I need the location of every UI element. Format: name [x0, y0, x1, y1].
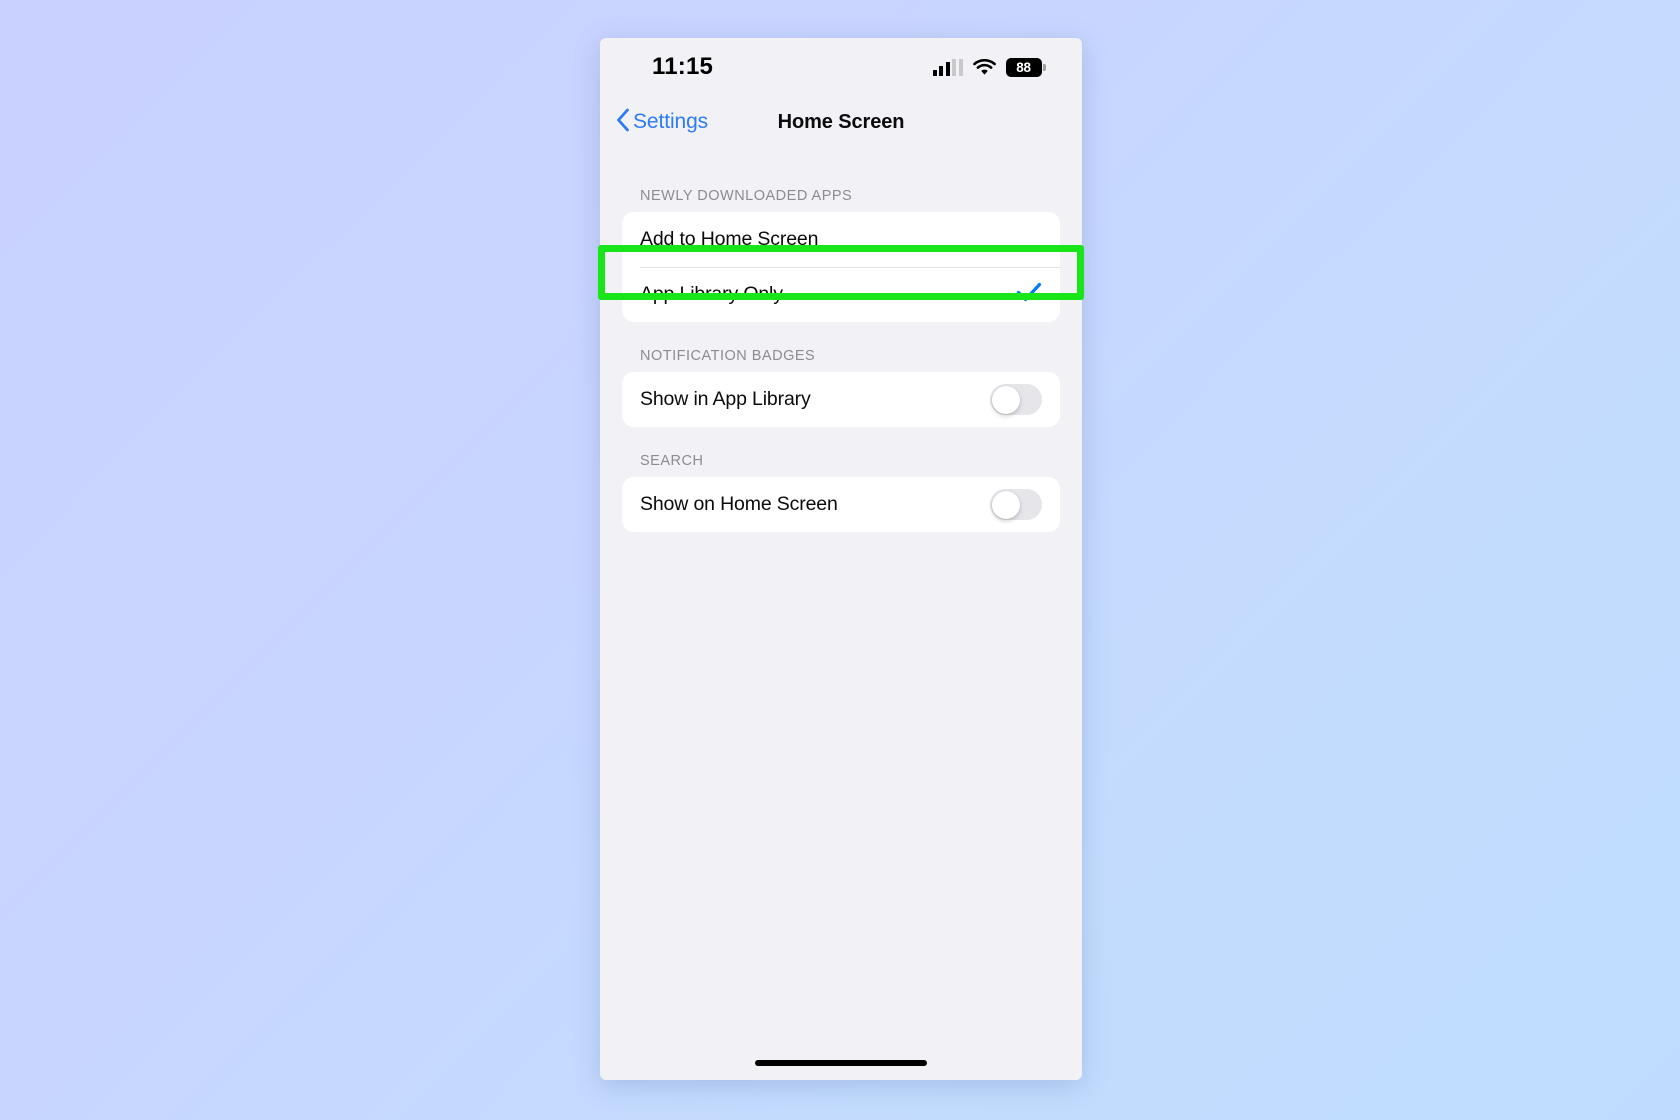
row-label: Show on Home Screen: [640, 493, 838, 515]
section-header-newly-downloaded-apps: NEWLY DOWNLOADED APPS: [640, 188, 853, 204]
toggle-show-on-home-screen[interactable]: [990, 489, 1042, 520]
settings-group: Show on Home Screen: [622, 477, 1060, 532]
settings-group: Add to Home Screen App Library Only: [622, 212, 1060, 322]
battery-cap: [1043, 63, 1046, 71]
checkmark-icon: [1016, 281, 1042, 308]
row-label: Show in App Library: [640, 388, 811, 410]
section-search: SEARCH Show on Home Screen: [622, 453, 1060, 532]
home-indicator: [755, 1060, 927, 1066]
row-label: Add to Home Screen: [640, 228, 819, 250]
battery-icon: 88: [1005, 57, 1046, 77]
toggle-show-in-app-library[interactable]: [990, 384, 1042, 415]
row-show-in-app-library[interactable]: Show in App Library: [622, 372, 1060, 427]
status-bar: 11:15 88: [600, 38, 1082, 96]
row-label: App Library Only: [640, 283, 783, 305]
section-notification-badges: NOTIFICATION BADGES Show in App Library: [622, 348, 1060, 427]
status-icon-group: 88: [932, 57, 1046, 77]
back-button[interactable]: Settings: [616, 108, 708, 137]
toggle-knob: [991, 385, 1020, 414]
navigation-bar: Settings Home Screen: [600, 96, 1082, 148]
status-time: 11:15: [652, 53, 714, 80]
chevron-left-icon: [616, 108, 630, 137]
settings-group: Show in App Library: [622, 372, 1060, 427]
screenshot-canvas: 11:15 88 Settings Home Screen NEWLY DOWN…: [0, 0, 1680, 1120]
settings-content: NEWLY DOWNLOADED APPS Add to Home Screen…: [600, 188, 1082, 532]
section-header-search: SEARCH: [640, 453, 704, 469]
row-show-on-home-screen[interactable]: Show on Home Screen: [622, 477, 1060, 532]
row-add-to-home-screen[interactable]: Add to Home Screen: [622, 212, 1060, 267]
section-newly-downloaded-apps: NEWLY DOWNLOADED APPS Add to Home Screen…: [622, 188, 1060, 322]
battery-percent-label: 88: [1016, 59, 1031, 75]
section-header-notification-badges: NOTIFICATION BADGES: [640, 348, 816, 364]
toggle-knob: [991, 490, 1020, 519]
phone-screen: 11:15 88 Settings Home Screen NEWLY DOWN…: [600, 38, 1082, 1080]
wifi-icon: [972, 58, 996, 76]
cellular-signal-icon: [932, 58, 963, 76]
row-app-library-only[interactable]: App Library Only: [622, 267, 1060, 322]
back-button-label: Settings: [633, 110, 709, 133]
